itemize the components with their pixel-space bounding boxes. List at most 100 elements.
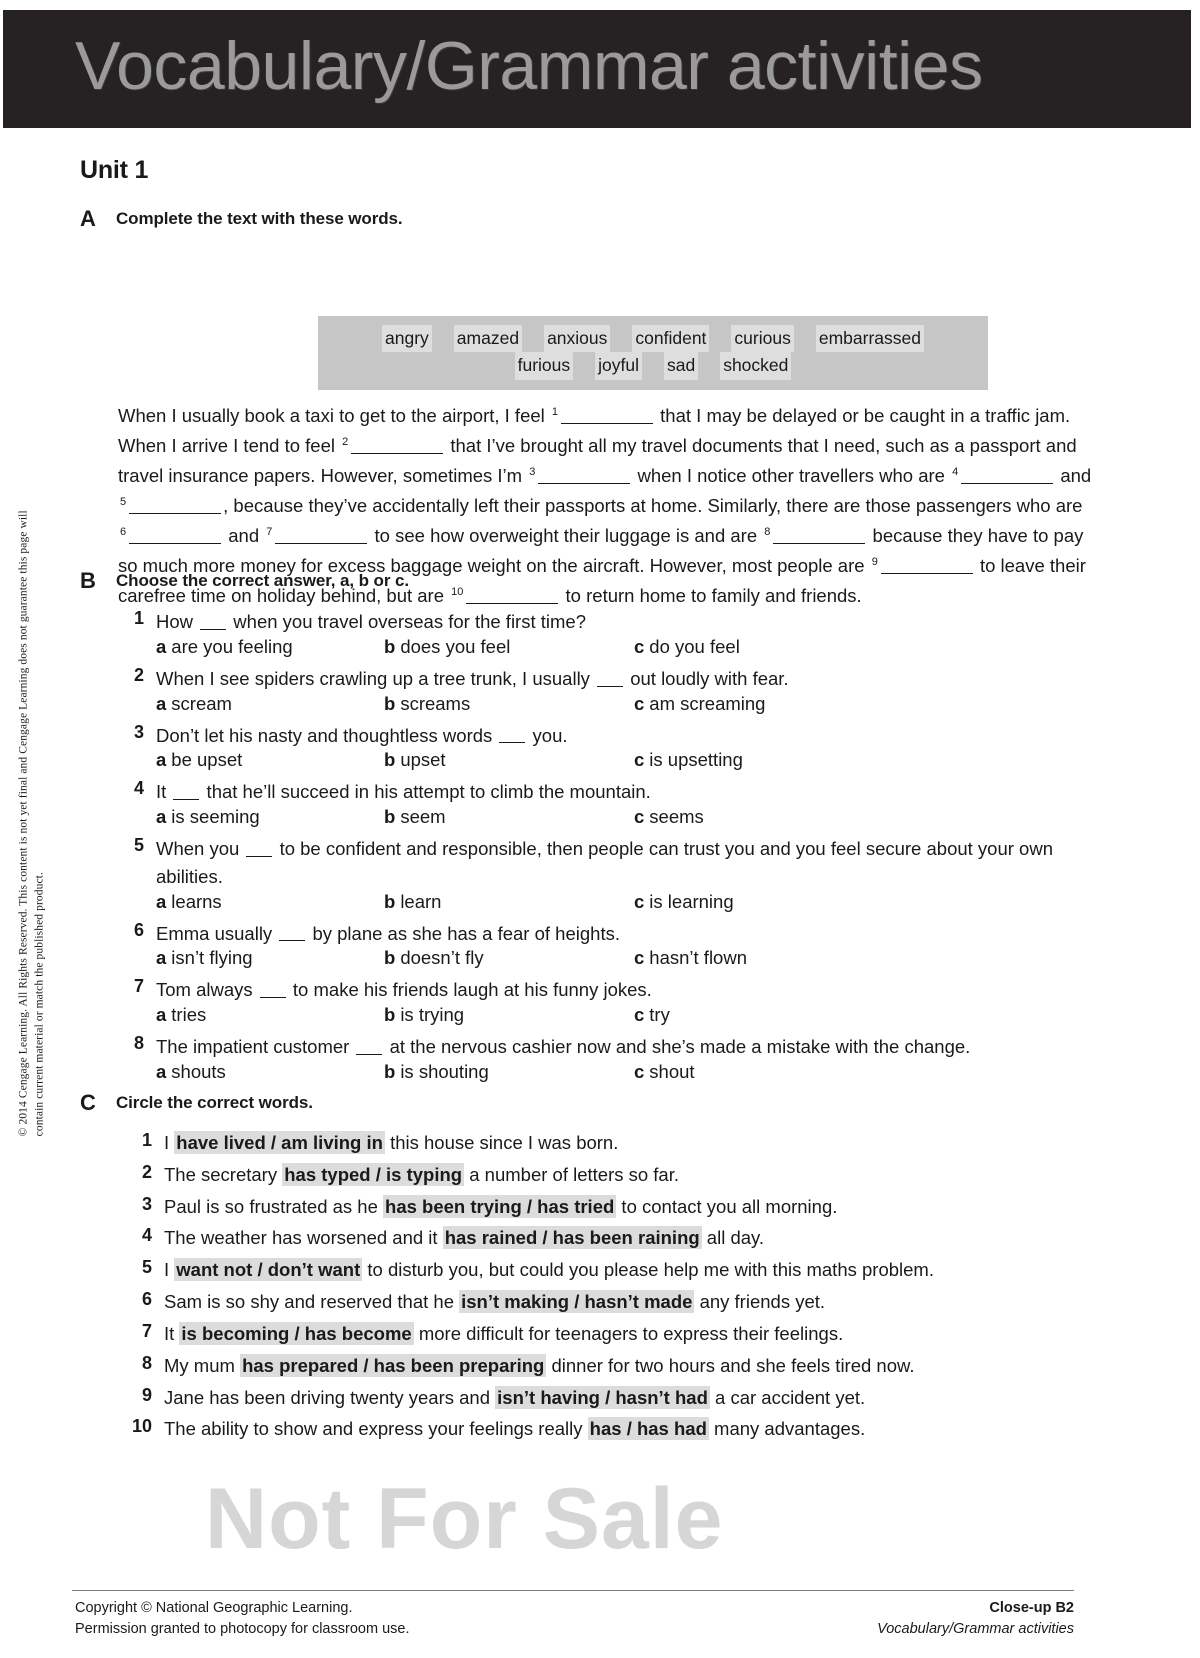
question-stem: Emma usually by plane as she has a fear …	[156, 920, 1103, 948]
question-blank[interactable]	[499, 726, 526, 744]
answer-option-a[interactable]: a shouts	[156, 1061, 226, 1083]
answer-option-a[interactable]: a tries	[156, 1004, 206, 1026]
answer-option-c[interactable]: c seems	[634, 806, 704, 828]
question-stem-after: when you travel overseas for the first t…	[228, 611, 586, 632]
answer-option-b[interactable]: b upset	[384, 749, 446, 771]
question-number: 4	[141, 1225, 152, 1246]
gap-text-segment: , because they’ve accidentally left thei…	[223, 494, 1083, 516]
answer-option-text: scream	[171, 692, 232, 714]
word-choice-pair[interactable]: has been trying / has tried	[383, 1194, 617, 1218]
word-choice-pair[interactable]: have lived / am living in	[174, 1131, 385, 1154]
sentence-text: I have lived / am living in this house s…	[164, 1130, 1103, 1157]
question-blank[interactable]	[259, 981, 286, 999]
worksheet-page: Vocabulary/Grammar activities © 2014 Cen…	[0, 0, 1200, 1658]
circle-words-item: 6 Sam is so shy and reserved that he isn’…	[118, 1289, 1103, 1316]
multiple-choice-item: 3 Don’t let his nasty and thoughtless wor…	[118, 722, 1103, 778]
question-blank[interactable]	[356, 1037, 383, 1055]
answer-option-c[interactable]: c hasn’t flown	[634, 947, 747, 969]
question-stem-before: Tom always	[156, 979, 258, 1001]
word-choice-pair[interactable]: want not / don’t want	[174, 1258, 363, 1282]
answer-option-key: b	[384, 947, 396, 969]
question-blank[interactable]	[173, 783, 200, 801]
gap-blank[interactable]	[129, 496, 222, 515]
sentence-before: The ability to show and express your fee…	[164, 1418, 588, 1440]
question-number: 2	[141, 1161, 152, 1182]
gap-blank[interactable]	[961, 466, 1054, 485]
answer-option-a[interactable]: a isn’t flying	[156, 947, 253, 969]
answer-option-b[interactable]: b screams	[384, 693, 470, 715]
gap-blank[interactable]	[538, 466, 631, 485]
answer-option-key: b	[384, 1060, 396, 1082]
question-number: 6	[133, 919, 144, 940]
answer-option-c[interactable]: c am screaming	[634, 693, 765, 715]
answer-option-text: does you feel	[400, 635, 511, 657]
gap-number: 2	[342, 435, 349, 448]
answer-option-text: learn	[400, 890, 442, 912]
answer-option-a[interactable]: a learns	[156, 891, 222, 913]
word-choice-pair[interactable]: has rained / has been raining	[442, 1226, 702, 1250]
word-choice-pair[interactable]: has / has had	[587, 1417, 709, 1441]
gap-blank[interactable]	[561, 406, 654, 425]
question-number: 6	[141, 1289, 152, 1310]
circle-words-item: 9 Jane has been driving twenty years and …	[118, 1385, 1103, 1412]
answer-option-text: seems	[649, 806, 704, 827]
word-choice-pair[interactable]: has prepared / has been preparing	[240, 1353, 547, 1377]
answer-option-text: seem	[400, 806, 446, 827]
word-choice-pair[interactable]: isn’t having / hasn’t had	[495, 1385, 710, 1409]
question-blank[interactable]	[279, 924, 306, 942]
answer-option-b[interactable]: b does you feel	[384, 636, 510, 658]
question-stem-after: by plane as she has a fear of heights.	[307, 922, 620, 944]
answer-option-a[interactable]: a are you feeling	[156, 636, 293, 658]
sentence-before: My mum	[164, 1354, 241, 1376]
answer-options: a be upset b upset c is upsetting	[156, 749, 1103, 777]
word-bank-row-2: furious joyful sad shocked	[318, 352, 988, 380]
gap-text-segment: When I usually book a taxi to get to the…	[118, 405, 550, 426]
gap-blank[interactable]	[773, 526, 866, 545]
answer-option-a[interactable]: a scream	[156, 693, 232, 715]
answer-option-c[interactable]: c is learning	[634, 891, 734, 913]
answer-option-text: learns	[171, 890, 222, 912]
answer-option-c[interactable]: c try	[634, 1004, 670, 1026]
question-stem-after: at the nervous cashier now and she’s mad…	[384, 1036, 971, 1057]
answer-option-text: are you feeling	[171, 635, 293, 657]
page-title: Vocabulary/Grammar activities	[75, 28, 983, 104]
sentence-before: The secretary	[164, 1163, 283, 1185]
answer-option-a[interactable]: a is seeming	[156, 806, 260, 828]
answer-option-b[interactable]: b is trying	[384, 1004, 464, 1026]
answer-option-key: c	[634, 890, 645, 912]
answer-option-c[interactable]: c do you feel	[634, 636, 740, 658]
answer-option-text: shouts	[171, 1060, 226, 1082]
footer-copyright-line-2: Permission granted to photocopy for clas…	[75, 1620, 410, 1637]
circle-words-item: 5I want not / don’t want to disturb you,…	[118, 1257, 1103, 1284]
answer-option-b[interactable]: b is shouting	[384, 1061, 489, 1083]
question-blank[interactable]	[246, 839, 273, 857]
answer-option-b[interactable]: b doesn’t fly	[384, 947, 484, 969]
question-stem: The impatient customer at the nervous ca…	[156, 1033, 1103, 1061]
sentence-before: It	[164, 1322, 180, 1344]
question-number: 9	[141, 1384, 152, 1405]
sentence-text: The secretary has typed / is typing a nu…	[164, 1162, 1103, 1189]
gap-number: 9	[871, 555, 878, 568]
sentence-text: Paul is so frustrated as he has been try…	[164, 1194, 1103, 1221]
gap-blank[interactable]	[275, 526, 368, 545]
word-choice-pair[interactable]: is becoming / has become	[179, 1321, 414, 1345]
question-number: 3	[133, 721, 144, 742]
question-blank[interactable]	[597, 669, 624, 687]
word-choice-pair[interactable]: isn’t making / hasn’t made	[459, 1290, 695, 1314]
word-choice-pair[interactable]: has typed / is typing	[282, 1162, 465, 1186]
question-number: 1	[133, 608, 144, 628]
footer-divider	[72, 1590, 1074, 1591]
answer-option-b[interactable]: b learn	[384, 891, 441, 913]
answer-options: a isn’t flying b doesn’t fly c hasn’t flown	[156, 947, 1103, 975]
question-blank[interactable]	[200, 612, 227, 630]
answer-option-c[interactable]: c is upsetting	[634, 749, 743, 771]
question-number: 3	[141, 1193, 152, 1214]
answer-option-a[interactable]: a be upset	[156, 749, 242, 771]
gap-blank[interactable]	[351, 436, 444, 455]
question-stem: How when you travel overseas for the fir…	[156, 608, 1103, 636]
footer-section-title: Vocabulary/Grammar activities	[877, 1620, 1074, 1637]
gap-blank[interactable]	[129, 526, 222, 545]
answer-option-text: tries	[171, 1004, 207, 1025]
answer-option-b[interactable]: b seem	[384, 806, 446, 828]
answer-option-c[interactable]: c shout	[634, 1061, 695, 1083]
